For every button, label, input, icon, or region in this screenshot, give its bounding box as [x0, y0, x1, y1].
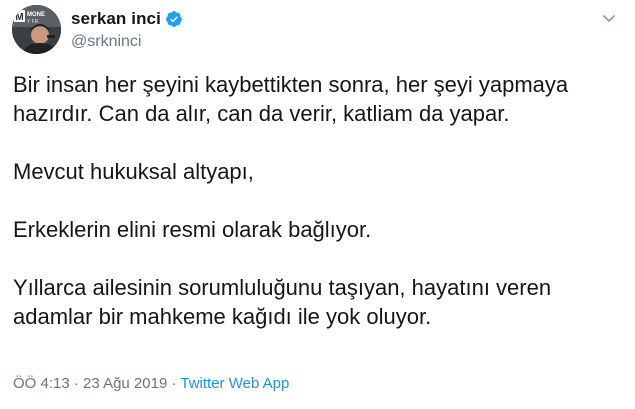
- tweet-card: M MONE Y FR serkan inci @srkninci Bir in…: [0, 0, 635, 409]
- tweet-source-link[interactable]: Twitter Web App: [180, 375, 289, 392]
- name-row: serkan inci: [71, 8, 183, 30]
- tweet-time[interactable]: ÖÖ 4:13: [13, 375, 70, 392]
- tweet-line: Mevcut hukuksal altyapı,: [13, 159, 254, 184]
- meta-separator: ·: [69, 375, 84, 392]
- tweet-line: Yıllarca ailesinin sorumluluğunu taşıyan…: [13, 275, 552, 300]
- display-name[interactable]: serkan inci: [71, 9, 161, 29]
- avatar-image: M MONE Y FR: [12, 5, 61, 54]
- verified-badge-icon: [165, 10, 183, 28]
- tweet-line: Erkeklerin elini resmi olarak bağlıyor.: [13, 217, 372, 242]
- tweet-line: Bir insan her şeyini kaybettikten sonra,…: [13, 72, 569, 97]
- user-info: serkan inci @srkninci: [71, 8, 183, 51]
- tweet-line: adamlar bir mahkeme kağıdı ile yok oluyo…: [13, 304, 432, 329]
- tweet-date[interactable]: 23 Ağu 2019: [83, 375, 167, 392]
- tweet-meta: ÖÖ 4:13 · 23 Ağu 2019 · Twitter Web App: [13, 375, 289, 392]
- tweet-text: Bir insan her şeyini kaybettikten sonra,…: [13, 70, 628, 331]
- avatar[interactable]: M MONE Y FR: [12, 5, 61, 54]
- avatar-text-bottom: Y FR: [27, 19, 39, 25]
- user-handle[interactable]: @srkninci: [71, 33, 183, 51]
- meta-separator: ·: [167, 375, 181, 392]
- tweet-line: hazırdır. Can da alır, can da verir, kat…: [13, 101, 510, 126]
- avatar-letter: M: [15, 12, 23, 23]
- chevron-down-icon[interactable]: [601, 10, 617, 26]
- avatar-text-top: MONE: [27, 12, 45, 18]
